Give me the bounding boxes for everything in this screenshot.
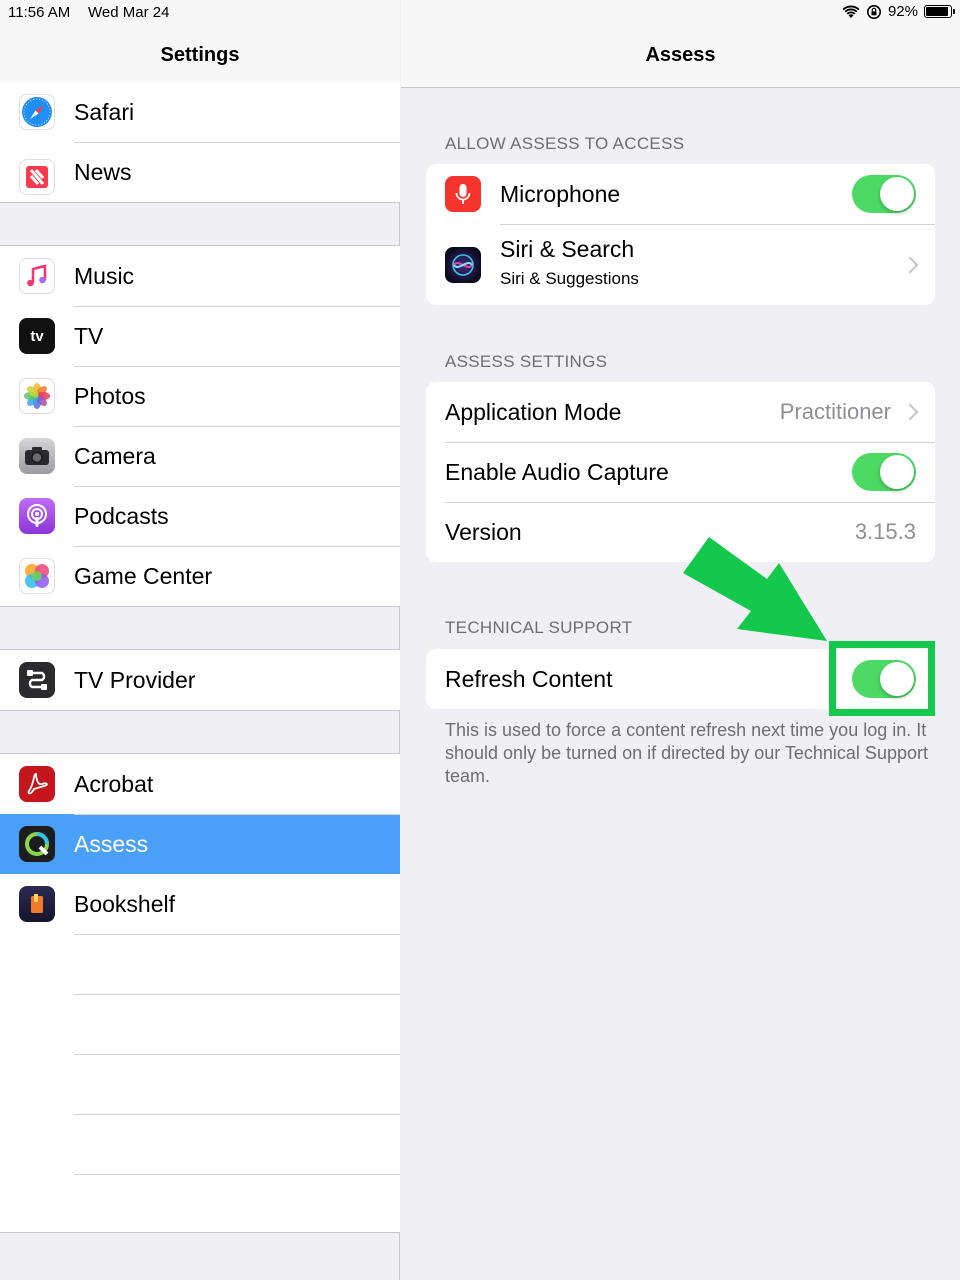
refresh-content-footnote: This is used to force a content refresh … <box>445 720 928 786</box>
audio-capture-toggle[interactable] <box>852 453 916 491</box>
microphone-label: Microphone <box>500 180 621 207</box>
tv-icon: tv <box>19 318 55 354</box>
annotation-highlight-box <box>829 641 935 716</box>
audio-capture-row: Enable Audio Capture <box>426 442 935 502</box>
sidebar-item-game-center[interactable]: Game Center <box>0 546 400 606</box>
status-bar: 11:56 AM Wed Mar 24 92% <box>0 0 960 26</box>
siri-search-row[interactable]: Siri & Search Siri & Suggestions <box>426 224 935 305</box>
sidebar-empty-row <box>0 1114 400 1174</box>
tv-icon-text: tv <box>30 327 44 345</box>
section-title-settings: ASSESS SETTINGS <box>445 352 608 371</box>
podcasts-icon <box>19 498 55 534</box>
toggle-knob <box>880 177 914 211</box>
microphone-row: Microphone <box>426 164 935 224</box>
sidebar-item-label: Assess <box>74 830 149 857</box>
bookshelf-icon <box>19 886 55 922</box>
sidebar-item-label: TV Provider <box>74 666 196 693</box>
sidebar-item-safari[interactable]: Safari <box>0 82 400 142</box>
sidebar-item-music[interactable]: Music <box>0 246 400 306</box>
news-icon <box>19 159 55 195</box>
application-mode-label: Application Mode <box>445 398 622 425</box>
page-title: Assess <box>645 44 716 66</box>
assess-settings-panel: Assess ALLOW ASSESS TO ACCESS Microphone <box>401 0 960 1280</box>
acrobat-icon <box>19 766 55 802</box>
sidebar-item-label: Bookshelf <box>74 890 176 917</box>
siri-icon <box>445 246 481 283</box>
sidebar-item-label: Camera <box>74 442 156 469</box>
settings-sidebar: Settings Safari News Music tv TV Photos … <box>0 0 400 1280</box>
sidebar-item-label: Photos <box>74 382 146 409</box>
assess-icon <box>19 826 55 862</box>
tv-provider-icon <box>19 662 55 698</box>
game-center-icon <box>19 558 55 594</box>
microphone-icon <box>445 176 481 212</box>
audio-capture-label: Enable Audio Capture <box>445 458 669 485</box>
sidebar-item-label: Acrobat <box>74 770 154 797</box>
version-label: Version <box>445 518 522 545</box>
safari-icon <box>19 94 55 130</box>
sidebar-item-acrobat[interactable]: Acrobat <box>0 754 400 814</box>
version-value: 3.15.3 <box>854 519 916 544</box>
sidebar-title: Settings <box>160 44 240 66</box>
sidebar-item-label: Safari <box>74 98 135 125</box>
sidebar-item-podcasts[interactable]: Podcasts <box>0 486 400 546</box>
camera-icon <box>19 438 55 474</box>
orientation-lock-icon <box>866 4 881 19</box>
refresh-content-label: Refresh Content <box>445 665 613 692</box>
sidebar-item-news[interactable]: News <box>0 142 400 202</box>
sidebar-empty-row <box>0 934 400 994</box>
sidebar-item-tv-provider[interactable]: TV Provider <box>0 650 400 710</box>
sidebar-empty-row <box>0 1174 400 1234</box>
sidebar-item-photos[interactable]: Photos <box>0 366 400 426</box>
photos-icon <box>19 378 55 414</box>
siri-suggestions-sublabel: Siri & Suggestions <box>500 269 639 288</box>
annotation-arrow-icon <box>683 537 827 641</box>
application-mode-row[interactable]: Application Mode Practitioner <box>426 382 935 442</box>
sidebar-item-label: Podcasts <box>74 502 169 529</box>
sidebar-item-camera[interactable]: Camera <box>0 426 400 486</box>
chevron-right-icon <box>901 403 919 421</box>
battery-percent: 92% <box>887 3 918 20</box>
microphone-toggle[interactable] <box>852 175 916 213</box>
sidebar-empty-row <box>0 994 400 1054</box>
section-title-support: TECHNICAL SUPPORT <box>445 618 633 637</box>
status-date: Wed Mar 24 <box>88 4 170 21</box>
toggle-knob <box>880 455 914 489</box>
sidebar-item-tv[interactable]: tv TV <box>0 306 400 366</box>
status-time: 11:56 AM <box>8 4 71 21</box>
chevron-right-icon <box>901 256 919 273</box>
wifi-icon <box>842 4 860 18</box>
sidebar-group-2: Music tv TV Photos Camera Podcasts Game … <box>0 245 400 607</box>
sidebar-item-label: Game Center <box>74 562 213 589</box>
sidebar-empty-row <box>0 1054 400 1114</box>
sidebar-item-label: TV <box>74 322 104 349</box>
application-mode-value: Practitioner <box>779 399 891 424</box>
sidebar-item-assess[interactable]: Assess <box>0 814 400 874</box>
siri-search-label: Siri & Search <box>500 236 635 262</box>
sidebar-item-label: Music <box>74 262 135 289</box>
battery-icon <box>924 5 955 18</box>
access-card: Microphone Siri & Search Siri & Suggesti… <box>426 164 935 305</box>
sidebar-group-4: Acrobat Assess Bookshelf <box>0 753 400 1233</box>
sidebar-group-1: Safari News <box>0 82 400 203</box>
music-icon <box>19 258 55 294</box>
section-title-access: ALLOW ASSESS TO ACCESS <box>445 134 685 153</box>
sidebar-group-3: TV Provider <box>0 649 400 711</box>
sidebar-item-bookshelf[interactable]: Bookshelf <box>0 874 400 934</box>
sidebar-item-label: News <box>74 158 132 185</box>
